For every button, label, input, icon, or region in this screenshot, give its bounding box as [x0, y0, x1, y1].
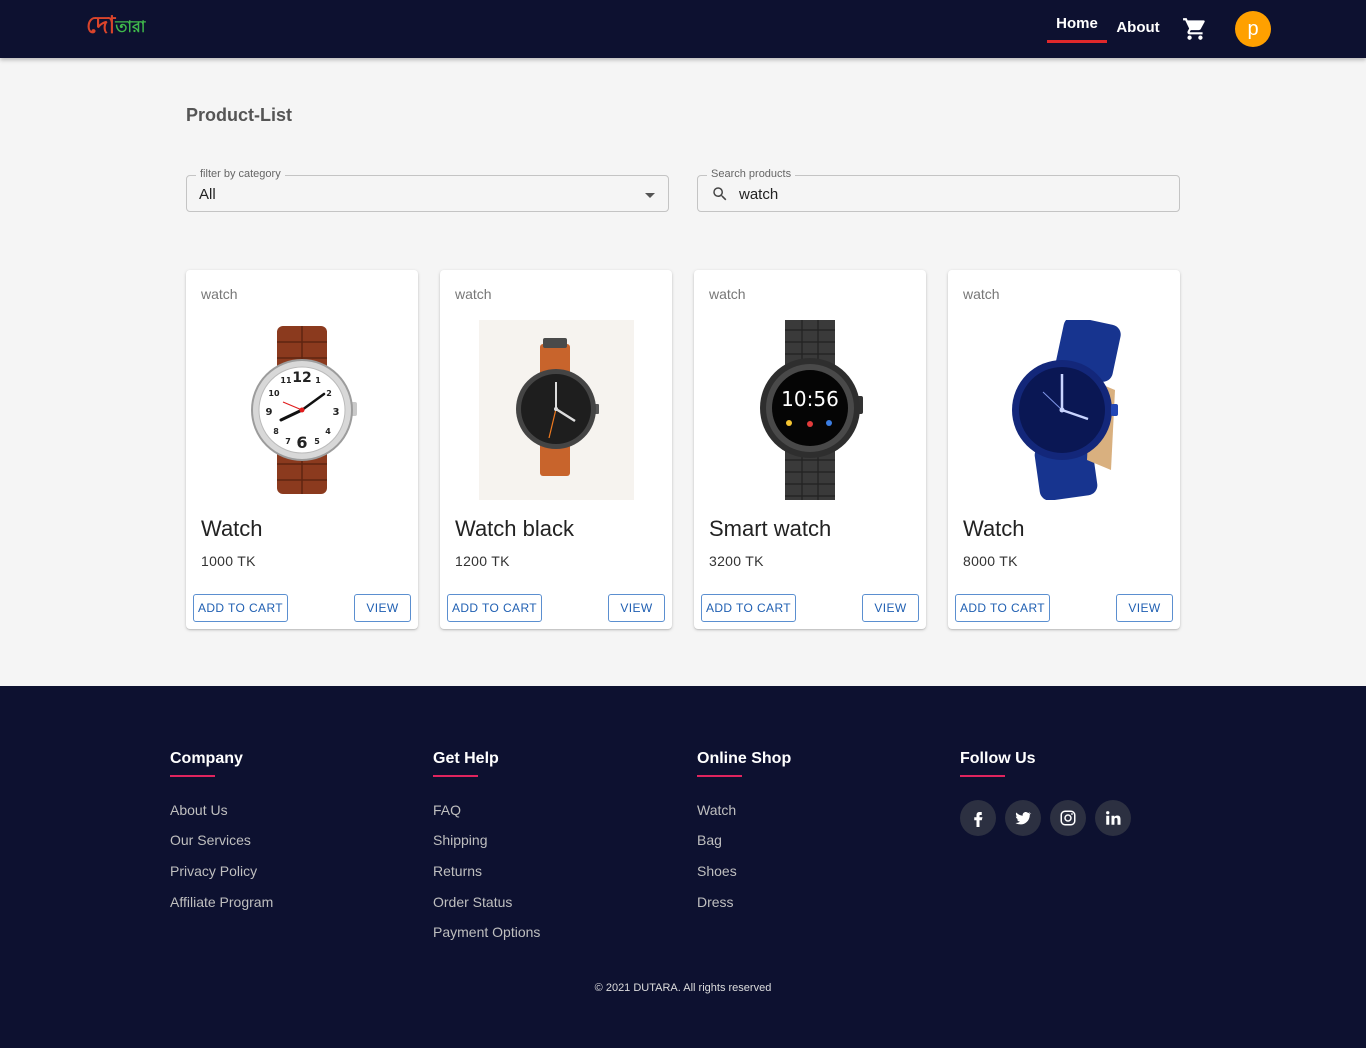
add-to-cart-button[interactable]: ADD TO CART — [193, 594, 288, 622]
product-card: watch 10:56 Smart watch 3200 TK ADD TO C… — [694, 270, 926, 629]
linkedin-icon[interactable] — [1095, 800, 1131, 836]
nav-about-link[interactable]: About — [1113, 12, 1163, 44]
footer-link-dress[interactable]: Dress — [697, 894, 734, 910]
nav-home-link[interactable]: Home — [1047, 8, 1107, 43]
footer-link-watch[interactable]: Watch — [697, 802, 736, 818]
footer-link-bag[interactable]: Bag — [697, 832, 722, 848]
facebook-icon[interactable] — [960, 800, 996, 836]
shopping-cart-icon[interactable] — [1182, 16, 1208, 42]
logo-text-part1: দো — [86, 11, 116, 39]
heading-underline — [960, 775, 1005, 777]
twitter-icon[interactable] — [1005, 800, 1041, 836]
product-image-black-watch[interactable] — [479, 320, 634, 500]
product-image-analog-watch[interactable]: 12 6 9 3 10 2 8 4 11 1 7 5 — [225, 320, 380, 500]
svg-text:10: 10 — [268, 389, 280, 398]
heading-underline — [433, 775, 478, 777]
product-price: 1000 TK — [201, 553, 256, 569]
product-image-smart-watch[interactable]: 10:56 — [733, 320, 888, 500]
heading-underline — [170, 775, 215, 777]
dropdown-arrow-icon — [645, 193, 655, 198]
product-category: watch — [709, 286, 746, 302]
category-filter-value: All — [199, 186, 216, 203]
add-to-cart-button[interactable]: ADD TO CART — [701, 594, 796, 622]
category-filter-label: filter by category — [196, 168, 285, 180]
product-search-field[interactable]: Search products watch — [697, 168, 1180, 212]
view-product-button[interactable]: VIEW — [1116, 594, 1173, 622]
add-to-cart-button[interactable]: ADD TO CART — [447, 594, 542, 622]
product-price: 3200 TK — [709, 553, 764, 569]
svg-text:7: 7 — [285, 437, 291, 446]
heading-underline — [697, 775, 742, 777]
copyright-text: © 2021 DUTARA. All rights reserved — [594, 982, 772, 994]
view-product-button[interactable]: VIEW — [354, 594, 411, 622]
product-price: 8000 TK — [963, 553, 1018, 569]
footer-heading: Company — [170, 750, 243, 767]
search-icon — [711, 185, 729, 203]
product-name: Watch — [963, 516, 1025, 541]
brand-logo[interactable]: দো তারা — [86, 12, 145, 38]
instagram-icon[interactable] — [1050, 800, 1086, 836]
product-price: 1200 TK — [455, 553, 510, 569]
footer-link-affiliate-program[interactable]: Affiliate Program — [170, 894, 273, 910]
product-category: watch — [455, 286, 492, 302]
footer-link-faq[interactable]: FAQ — [433, 802, 461, 818]
product-name: Watch black — [455, 516, 575, 541]
add-to-cart-button[interactable]: ADD TO CART — [955, 594, 1050, 622]
page-title: Product-List — [186, 105, 292, 125]
svg-text:5: 5 — [314, 437, 320, 446]
search-input[interactable]: watch — [739, 186, 778, 203]
footer-link-order-status[interactable]: Order Status — [433, 894, 512, 910]
footer-heading: Get Help — [433, 750, 499, 767]
footer-link-privacy-policy[interactable]: Privacy Policy — [170, 863, 257, 879]
svg-text:1: 1 — [315, 376, 321, 385]
svg-text:11: 11 — [280, 376, 292, 385]
product-card: watch Watch black 1200 TK ADD TO CART VI… — [440, 270, 672, 629]
view-product-button[interactable]: VIEW — [862, 594, 919, 622]
product-name: Watch — [201, 516, 263, 541]
product-card: watch Watch 8000 TK ADD TO CART VIEW — [948, 270, 1180, 629]
footer-link-payment-options[interactable]: Payment Options — [433, 924, 540, 940]
product-category: watch — [201, 286, 238, 302]
category-filter-select[interactable]: filter by category All — [186, 168, 669, 212]
svg-text:8: 8 — [273, 427, 279, 436]
svg-text:6: 6 — [296, 433, 307, 452]
logo-text-part2: তারা — [115, 17, 146, 36]
footer-heading: Online Shop — [697, 750, 792, 767]
product-name: Smart watch — [709, 516, 832, 541]
product-category: watch — [963, 286, 1000, 302]
svg-text:4: 4 — [325, 427, 331, 436]
footer-link-about-us[interactable]: About Us — [170, 802, 228, 818]
footer-link-returns[interactable]: Returns — [433, 863, 482, 879]
smartwatch-time: 10:56 — [781, 387, 839, 411]
product-image-blue-watch[interactable] — [987, 316, 1142, 501]
svg-text:3: 3 — [333, 407, 340, 418]
view-product-button[interactable]: VIEW — [608, 594, 665, 622]
svg-text:9: 9 — [266, 407, 273, 418]
footer-link-shoes[interactable]: Shoes — [697, 863, 737, 879]
footer-link-shipping[interactable]: Shipping — [433, 832, 488, 848]
user-avatar[interactable]: p — [1235, 11, 1271, 47]
search-label: Search products — [707, 168, 796, 180]
top-app-bar: দো তারা Home About p — [0, 0, 1366, 58]
footer-link-our-services[interactable]: Our Services — [170, 832, 251, 848]
svg-text:2: 2 — [326, 389, 332, 398]
svg-text:12: 12 — [292, 370, 311, 386]
footer-heading: Follow Us — [960, 750, 1036, 767]
site-footer: Company About Us Our Services Privacy Po… — [0, 686, 1366, 1048]
product-card: watch 12 6 9 3 10 2 8 4 11 1 7 5 Watch 1… — [186, 270, 418, 629]
